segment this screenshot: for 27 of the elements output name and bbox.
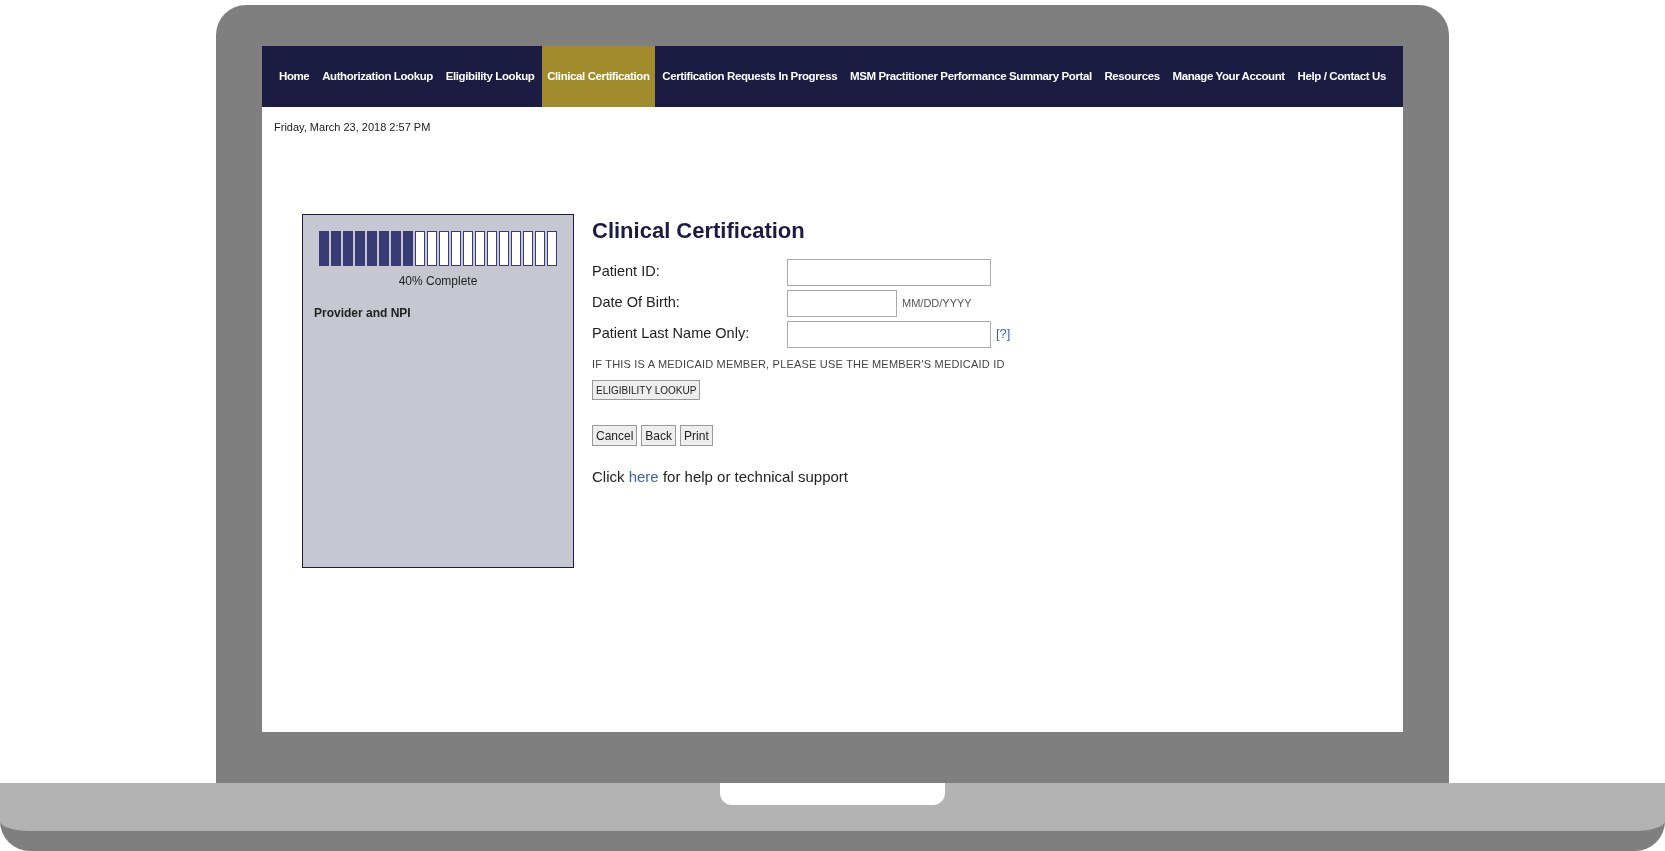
nav-tab[interactable]: Manage Your Account (1167, 46, 1290, 107)
field-label: Patient ID: (592, 262, 661, 282)
step-label: Provider and NPI (314, 304, 411, 322)
nav-tab[interactable]: Home (274, 46, 315, 107)
nav-tab[interactable]: MSM Practitioner Performance Summary Portal (845, 46, 1097, 107)
nav-tab[interactable]: Help / Contact Us (1292, 46, 1391, 107)
input-field[interactable] (787, 258, 991, 286)
format-hint: MM/DD/YYYY (902, 295, 972, 311)
help-text: Click here for help or technical support (592, 467, 848, 487)
progress-reading: 40% Complete (398, 272, 478, 290)
nav-tab[interactable]: Eligibility Lookup (440, 46, 540, 107)
field-label: Date Of Birth: (592, 293, 681, 313)
field-label: Patient Last Name Only: (592, 324, 751, 344)
form-button[interactable]: Cancel (592, 425, 638, 446)
medicaid-notice: IF THIS IS A MEDICAID MEMBER, PLEASE USE THE MEMBER'S MEDICAID ID (592, 356, 1005, 372)
nav-tab[interactable]: Resources (1099, 46, 1165, 107)
nav-tab[interactable]: Certification Requests In Progress (657, 46, 843, 107)
date-time: Friday, March 23, 2018 2:57 PM (274, 120, 431, 135)
input-field[interactable] (787, 289, 897, 317)
eligibility-lookup-button[interactable]: ELIGIBILITY LOOKUP (592, 380, 701, 400)
form-button[interactable]: Print (680, 425, 713, 446)
page-title: Clinical Certification (592, 216, 805, 245)
here-link[interactable]: here (628, 468, 659, 485)
input-field[interactable] (787, 320, 991, 348)
form-button[interactable]: Back (641, 425, 677, 446)
help-link[interactable]: [?] (996, 324, 1011, 344)
nav-tab[interactable]: Authorization Lookup (317, 46, 438, 107)
